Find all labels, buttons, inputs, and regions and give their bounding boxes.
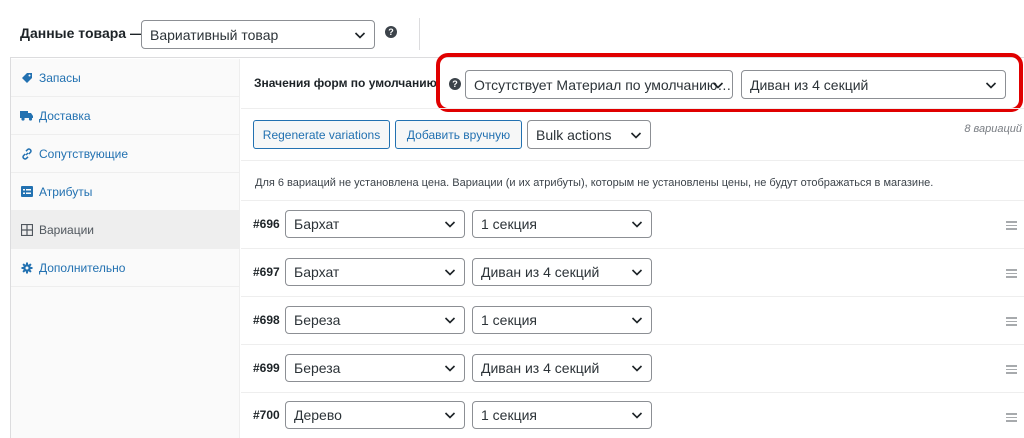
- chevron-down-icon: [444, 314, 456, 326]
- variation-sections-value: 1 секция: [481, 312, 538, 328]
- product-data-title: Данные товара —: [20, 25, 144, 41]
- variation-id: #697: [253, 265, 280, 279]
- tab-shipping-label: Доставка: [39, 108, 91, 123]
- tab-linked-products-label: Сопутствующие: [39, 146, 129, 161]
- drag-handle-icon[interactable]: [1006, 221, 1017, 230]
- chevron-down-icon: [354, 29, 366, 41]
- tab-shipping[interactable]: Доставка: [11, 97, 240, 135]
- chevron-down-icon: [444, 266, 456, 278]
- variation-id: #699: [253, 361, 280, 375]
- add-manually-button[interactable]: Добавить вручную: [395, 120, 522, 149]
- tab-attributes[interactable]: Атрибуты: [11, 173, 240, 211]
- gear-icon: [20, 261, 33, 274]
- chevron-down-icon: [630, 129, 642, 141]
- drag-handle-icon[interactable]: [1006, 413, 1017, 422]
- bulk-actions-value: Bulk actions: [536, 126, 612, 143]
- tab-advanced[interactable]: Дополнительно: [11, 249, 240, 287]
- tab-variations-label: Вариации: [39, 222, 95, 237]
- tab-inventory-label: Запасы: [39, 70, 81, 85]
- variation-material-select[interactable]: Береза: [285, 306, 465, 334]
- separator: [241, 296, 1024, 297]
- variation-material-select[interactable]: Бархат: [285, 210, 465, 238]
- product-type-select[interactable]: Вариативный товар: [141, 20, 375, 49]
- chevron-down-icon: [444, 362, 456, 374]
- header-divider: [419, 18, 420, 50]
- variation-material-select[interactable]: Дерево: [285, 401, 465, 429]
- separator: [241, 160, 1024, 161]
- list-icon: [20, 185, 33, 198]
- tab-attributes-label: Атрибуты: [39, 184, 93, 199]
- variation-material-value: Береза: [294, 360, 341, 376]
- tab-advanced-label: Дополнительно: [39, 260, 126, 275]
- chevron-down-icon: [631, 314, 643, 326]
- tab-inventory[interactable]: Запасы: [11, 59, 240, 97]
- variation-id: #696: [253, 217, 280, 231]
- chevron-down-icon: [631, 218, 643, 230]
- variation-material-value: Бархат: [294, 264, 340, 280]
- drag-handle-icon[interactable]: [1006, 317, 1017, 326]
- variation-sections-select[interactable]: 1 секция: [472, 210, 652, 238]
- product-data-header: Данные товара — Вариативный товар ?: [10, 10, 1024, 58]
- variation-material-value: Береза: [294, 312, 341, 328]
- chevron-down-icon: [444, 409, 456, 421]
- variation-sections-value: 1 секция: [481, 216, 538, 232]
- missing-price-notice: Для 6 вариаций не установлена цена. Вари…: [255, 177, 934, 189]
- variation-sections-value: Диван из 4 секций: [481, 264, 600, 280]
- variation-material-select[interactable]: Береза: [285, 354, 465, 382]
- separator: [241, 344, 1024, 345]
- variation-sections-select[interactable]: 1 секция: [472, 401, 652, 429]
- variation-material-value: Дерево: [294, 407, 342, 423]
- chevron-down-icon: [631, 409, 643, 421]
- variation-sections-value: Диван из 4 секций: [481, 360, 600, 376]
- variation-id: #700: [253, 408, 280, 422]
- variation-material-value: Бархат: [294, 216, 340, 232]
- help-icon[interactable]: ?: [385, 26, 397, 38]
- tab-variations[interactable]: Вариации: [11, 211, 240, 249]
- separator: [241, 392, 1024, 393]
- truck-icon: [20, 109, 33, 122]
- default-form-values-label: Значения форм по умолчанию:: [254, 76, 441, 90]
- product-type-value: Вариативный товар: [150, 26, 279, 43]
- separator: [241, 248, 1024, 249]
- grid-icon: [20, 223, 33, 236]
- separator: [241, 108, 1024, 109]
- regenerate-variations-button[interactable]: Regenerate variations: [253, 120, 390, 149]
- variations-count: 8 вариаций: [964, 123, 1022, 135]
- chevron-down-icon: [631, 266, 643, 278]
- variation-id: #698: [253, 313, 280, 327]
- chevron-down-icon: [631, 362, 643, 374]
- variation-sections-select[interactable]: 1 секция: [472, 306, 652, 334]
- separator: [241, 200, 1024, 201]
- highlight-annotation: [436, 53, 1023, 112]
- drag-handle-icon[interactable]: [1006, 365, 1017, 374]
- product-data-tabs: Запасы Доставка Сопутствующие Атрибуты В…: [11, 59, 240, 438]
- variation-sections-select[interactable]: Диван из 4 секций: [472, 258, 652, 286]
- drag-handle-icon[interactable]: [1006, 269, 1017, 278]
- variation-material-select[interactable]: Бархат: [285, 258, 465, 286]
- variation-sections-select[interactable]: Диван из 4 секций: [472, 354, 652, 382]
- bulk-actions-select[interactable]: Bulk actions: [527, 120, 651, 149]
- chevron-down-icon: [444, 218, 456, 230]
- tag-icon: [20, 71, 33, 84]
- variation-sections-value: 1 секция: [481, 407, 538, 423]
- link-icon: [20, 147, 33, 160]
- tab-linked-products[interactable]: Сопутствующие: [11, 135, 240, 173]
